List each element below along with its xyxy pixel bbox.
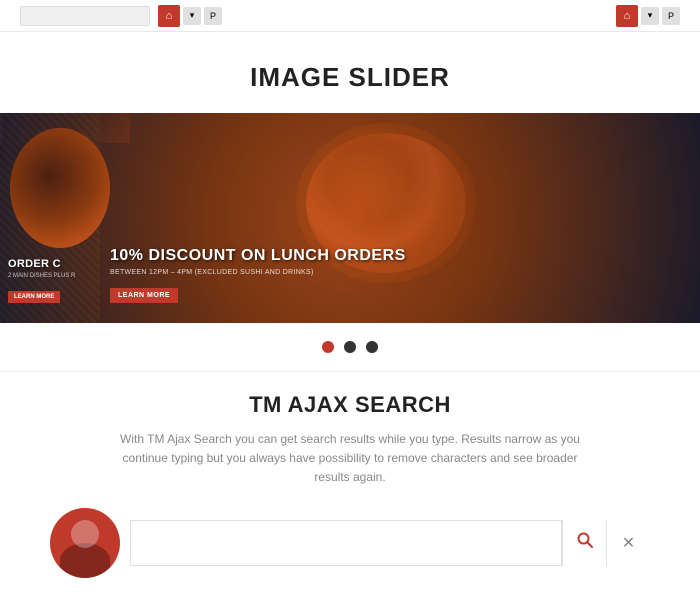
ajax-search-heading: TM AJAX SEARCH [20,392,680,418]
toolbar-btn-arrow-1[interactable]: ▾ [183,7,201,25]
toolbar-btn-home-1[interactable]: ⌂ [158,5,180,27]
slide2-subtitle: 2 MAIN DISHES PLUS R [8,273,75,279]
slide1-btn[interactable]: LEARN MORE [110,288,178,303]
image-slider[interactable]: 10% DISCOUNT ON LUNCH ORDERS BETWEEN 12P… [0,113,700,323]
slide2-title: ORDER C [8,258,75,270]
ajax-search-section: TM AJAX SEARCH With TM Ajax Search you c… [0,372,700,598]
slide2-food [10,128,110,248]
toolbar: ⌂ ▾ P ⌂ ▾ P [0,0,700,32]
toolbar-btn-p-1[interactable]: P [204,7,222,25]
toolbar-btn-home-2[interactable]: ⌂ [616,5,638,27]
slide2-text: ORDER C 2 MAIN DISHES PLUS R LEARN MORE [8,258,75,303]
close-button[interactable]: ✕ [606,520,650,566]
search-icon [576,531,594,554]
slider-dots [0,323,700,371]
avatar-face [71,520,99,548]
toolbar-btn-arrow-2[interactable]: ▾ [641,7,659,25]
toolbar-input [20,6,150,26]
search-input[interactable] [141,535,551,551]
slider-dot-1[interactable] [322,341,334,353]
search-button[interactable] [562,520,606,566]
ajax-search-description: With TM Ajax Search you can get search r… [110,430,590,488]
slide1-subtitle: BETWEEN 12PM – 4PM (EXCLUDED SUSHI AND D… [110,269,406,276]
slide2-btn[interactable]: LEARN MORE [8,291,60,303]
close-icon: ✕ [622,533,635,553]
slide1-text: 10% DISCOUNT ON LUNCH ORDERS BETWEEN 12P… [110,247,406,303]
slide1-title: 10% DISCOUNT ON LUNCH ORDERS [110,247,406,265]
slider-dot-3[interactable] [366,341,378,353]
image-slider-section-title: IMAGE SLIDER [0,32,700,113]
avatar [50,508,120,578]
search-area: ✕ [50,508,650,578]
search-input-wrap [130,520,562,566]
toolbar-group-right: ⌂ ▾ P [616,5,680,27]
toolbar-group-left: ⌂ ▾ P [158,5,222,27]
toolbar-btn-p-2[interactable]: P [662,7,680,25]
slider-dot-2[interactable] [344,341,356,353]
slide2: ORDER C 2 MAIN DISHES PLUS R LEARN MORE [0,113,130,143]
image-slider-heading: IMAGE SLIDER [20,62,680,93]
